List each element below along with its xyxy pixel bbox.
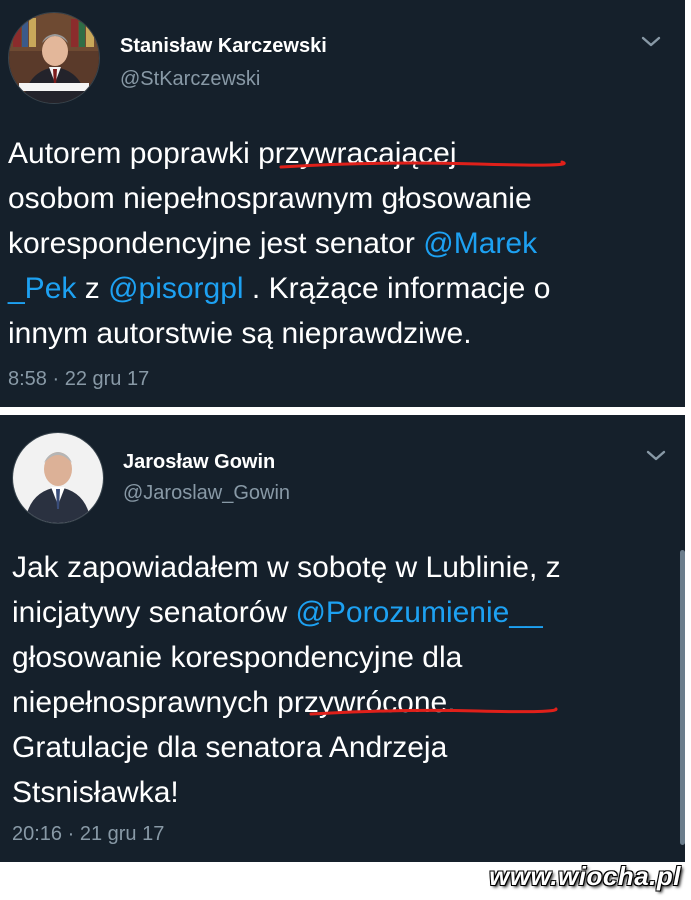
avatar[interactable] [12, 432, 104, 524]
watermark: www.wiocha.pl [489, 861, 681, 891]
author-handle[interactable]: @Jaroslaw_Gowin [123, 482, 290, 505]
person-suit-bookshelf-avatar-icon [9, 13, 99, 103]
person-suit-white-background-avatar-icon [13, 433, 103, 523]
text-line: głosowanie korespondencyjne dla [12, 641, 463, 674]
tweet-card[interactable]: Stanisław Karczewski @StKarczewski Autor… [0, 0, 685, 407]
author-name[interactable]: Jarosław Gowin [123, 451, 275, 474]
text-segment: inicjatywy senatorów [12, 596, 296, 629]
mention-link[interactable]: _Pek [8, 272, 76, 305]
text-segment: . Krążące informacje o [243, 272, 551, 305]
text-segment: Autorem poprawki [8, 137, 259, 170]
text-line: innym autorstwie są nieprawdziwe. [8, 317, 472, 350]
text-segment: niepełnosprawnych [12, 686, 278, 719]
tweet-timestamp[interactable]: 8:58 · 22 gru 17 [8, 368, 149, 391]
red-underline-mark [279, 160, 566, 169]
mention-link[interactable]: @pisorgpl [108, 272, 244, 305]
tweet-timestamp[interactable]: 20:16 · 21 gru 17 [12, 823, 164, 846]
text-line: Stsnisławka! [12, 776, 179, 809]
text-line: Jak zapowiadałem w sobotę w Lublinie, z [12, 551, 561, 584]
scrollbar[interactable] [680, 550, 685, 845]
tweet-card[interactable]: Jarosław Gowin @Jaroslaw_Gowin Jak zapow… [0, 415, 685, 862]
red-underline-mark [309, 707, 558, 716]
author-name[interactable]: Stanisław Karczewski [120, 35, 327, 58]
chevron-down-icon[interactable] [645, 448, 667, 464]
text-segment: z [76, 272, 109, 305]
mention-link[interactable]: @Marek [423, 227, 537, 260]
chevron-down-icon[interactable] [640, 34, 662, 50]
text-line: Gratulacje dla senatora Andrzeja [12, 731, 448, 764]
text-segment: korespondencyjne jest senator [8, 227, 424, 260]
avatar[interactable] [8, 12, 100, 104]
author-handle[interactable]: @StKarczewski [120, 68, 260, 91]
tweet-text: Jak zapowiadałem w sobotę w Lublinie, z … [12, 545, 561, 815]
text-line: osobom niepełnosprawnym głosowanie [8, 182, 532, 215]
mention-link[interactable]: @Porozumienie__ [295, 596, 542, 629]
